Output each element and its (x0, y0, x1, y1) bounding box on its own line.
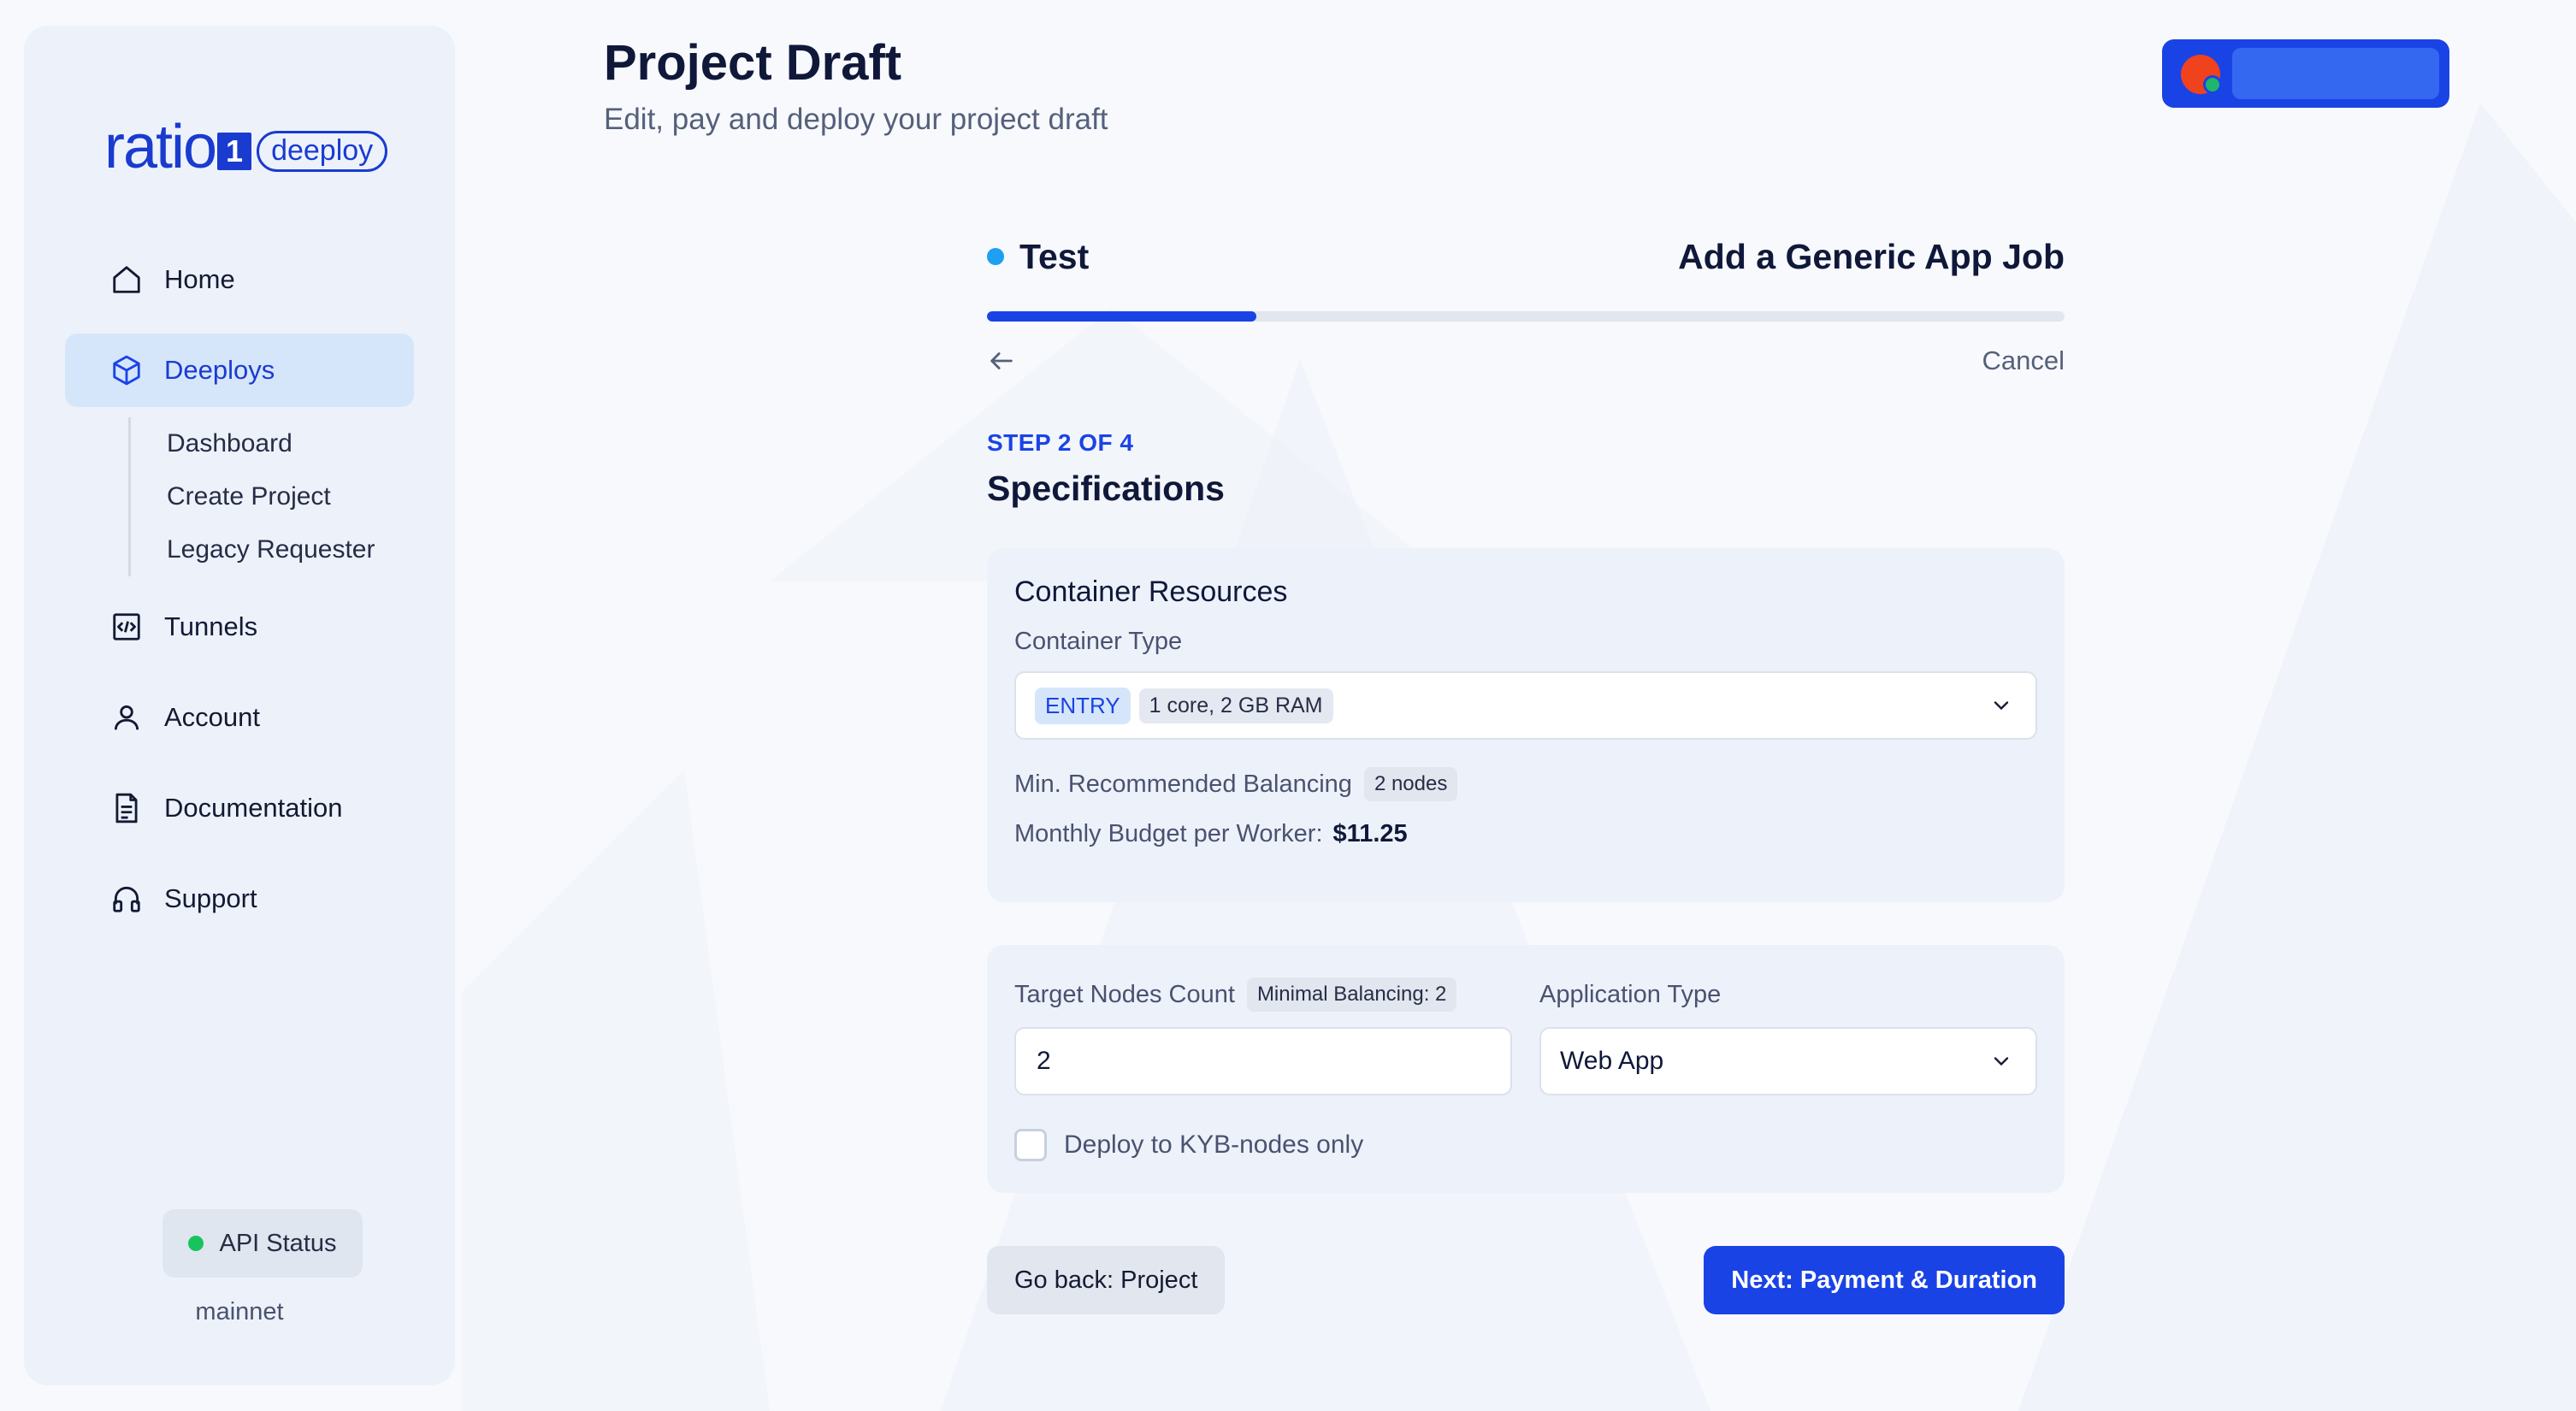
target-nodes-input[interactable]: 2 (1014, 1027, 1512, 1095)
sidebar-item-account[interactable]: Account (65, 681, 414, 754)
chevron-down-icon (1989, 694, 2013, 717)
project-color-dot (987, 248, 1004, 265)
deployment-settings-card: Target Nodes Count Minimal Balancing: 2 … (987, 945, 2065, 1193)
account-button[interactable] (2162, 39, 2449, 108)
min-balancing-label: Min. Recommended Balancing (1014, 770, 1352, 798)
app-type-select[interactable]: Web App (1539, 1027, 2037, 1095)
subnav-item-dashboard[interactable]: Dashboard (167, 417, 414, 470)
deeploys-subnav: Dashboard Create Project Legacy Requeste… (128, 417, 414, 576)
kyb-nodes-row: Deploy to KYB-nodes only (1014, 1124, 2037, 1166)
sidebar-item-label: Account (164, 702, 261, 732)
budget-value: $11.25 (1332, 820, 1408, 847)
sidebar-item-deeploys[interactable]: Deeploys (65, 334, 414, 407)
sidebar-item-documentation[interactable]: Documentation (65, 771, 414, 845)
card-title: Container Resources (1014, 576, 1288, 608)
cancel-button[interactable]: Cancel (1982, 345, 2065, 376)
network-label: mainnet (195, 1298, 284, 1325)
page-subtitle: Edit, pay and deploy your project draft (604, 103, 1108, 136)
spec-badge: 1 core, 2 GB RAM (1138, 688, 1333, 723)
job-title: Add a Generic App Job (1678, 236, 2065, 276)
step-progress-bar (987, 311, 2065, 322)
project-name: Test (987, 237, 1089, 277)
document-icon (109, 791, 144, 825)
sidebar-item-tunnels[interactable]: Tunnels (65, 590, 414, 664)
tier-badge: ENTRY (1035, 687, 1131, 724)
logo-badge: deeploy (257, 131, 388, 172)
wizard-header: Test Add a Generic App Job (987, 231, 2065, 282)
sidebar-nav: Home Deeploys Dashboard Create Project L… (65, 243, 414, 953)
subnav-item-create-project[interactable]: Create Project (167, 470, 414, 523)
code-window-icon (109, 610, 144, 644)
min-balancing-badge: 2 nodes (1363, 767, 1458, 801)
step-progress-fill (987, 311, 1256, 322)
app-type-value: Web App (1560, 1047, 1664, 1075)
deploy-wizard: Test Add a Generic App Job Cancel STEP 2… (987, 231, 2065, 1314)
sidebar: ratio 1 deeploy Home Deeploys Dashboard … (24, 26, 455, 1385)
subnav-item-legacy-requester[interactable]: Legacy Requester (167, 523, 414, 576)
target-nodes-group: Target Nodes Count Minimal Balancing: 2 … (1014, 977, 1512, 1105)
sidebar-item-label: Support (164, 883, 257, 913)
step-title: Specifications (987, 469, 1225, 508)
logo-digit: 1 (217, 133, 252, 170)
wizard-actions: Go back: Project Next: Payment & Duratio… (987, 1246, 2065, 1314)
budget-label: Monthly Budget per Worker: (1014, 820, 1323, 847)
app-type-group: Application Type Web App (1539, 977, 2037, 1105)
next-button[interactable]: Next: Payment & Duration (1704, 1246, 2065, 1314)
kyb-nodes-label[interactable]: Deploy to KYB-nodes only (1064, 1131, 1363, 1160)
target-nodes-label-row: Target Nodes Count Minimal Balancing: 2 (1014, 977, 1512, 1012)
container-type-label: Container Type (1014, 628, 1183, 655)
sidebar-item-label: Home (164, 264, 235, 294)
app-logo[interactable]: ratio 1 deeploy (104, 106, 388, 188)
sidebar-item-label: Deeploys (164, 355, 275, 385)
logo-word: ratio (104, 113, 217, 181)
budget-row: Monthly Budget per Worker: $11.25 (1014, 820, 2037, 848)
target-nodes-label: Target Nodes Count (1014, 980, 1235, 1008)
status-dot-icon (188, 1236, 204, 1251)
back-arrow-icon[interactable] (987, 344, 1021, 378)
headphones-icon (109, 882, 144, 916)
wizard-nav: Cancel (987, 344, 2065, 378)
sidebar-item-home[interactable]: Home (65, 243, 414, 316)
verified-check-icon (2203, 75, 2222, 94)
app-type-label: Application Type (1539, 980, 1722, 1008)
account-name-placeholder (2232, 48, 2439, 99)
home-icon (109, 263, 144, 297)
chevron-down-icon (1989, 1049, 2013, 1073)
api-status-label: API Status (219, 1229, 337, 1257)
sidebar-item-label: Tunnels (164, 611, 258, 641)
cube-icon (109, 353, 144, 387)
min-balancing-row: Min. Recommended Balancing 2 nodes (1014, 767, 2037, 801)
sidebar-item-label: Documentation (164, 793, 343, 823)
api-status-button[interactable]: API Status (162, 1209, 363, 1278)
project-name-text: Test (1019, 236, 1090, 276)
sidebar-item-support[interactable]: Support (65, 862, 414, 936)
go-back-button[interactable]: Go back: Project (987, 1246, 1226, 1314)
step-indicator: STEP 2 OF 4 (987, 429, 1134, 456)
page-title: Project Draft (604, 35, 902, 91)
minimal-balancing-badge: Minimal Balancing: 2 (1246, 977, 1457, 1012)
kyb-nodes-checkbox[interactable] (1014, 1128, 1047, 1161)
user-icon (109, 700, 144, 735)
container-type-select[interactable]: ENTRY 1 core, 2 GB RAM (1014, 671, 2037, 740)
container-resources-card: Container Resources Container Type ENTRY… (987, 548, 2065, 902)
